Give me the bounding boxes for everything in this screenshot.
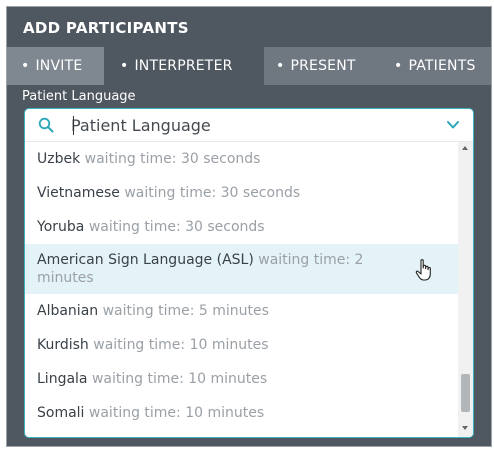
chevron-down-icon[interactable] [445,118,461,132]
language-option-uzbek[interactable]: Uzbek waiting time: 30 seconds [25,142,458,176]
language-options-list: Uzbek waiting time: 30 seconds Vietnames… [25,142,458,437]
language-option-lingala[interactable]: Lingala waiting time: 10 minutes [25,362,458,396]
patient-language-label: Patient Language [22,89,136,104]
scroll-down-arrow-icon[interactable] [462,426,468,430]
language-option-vietnamese[interactable]: Vietnamese waiting time: 30 seconds [25,176,458,210]
language-option-yoruba[interactable]: Yoruba waiting time: 30 seconds [25,210,458,244]
language-option-somali[interactable]: Somali waiting time: 10 minutes [25,396,458,430]
tab-interpreter[interactable]: • INTERPRETER [104,47,264,85]
language-search-row [25,109,473,142]
language-option-albanian[interactable]: Albanian waiting time: 5 minutes [25,294,458,328]
language-option-asl[interactable]: American Sign Language (ASL) waiting tim… [25,244,458,294]
hand-pointer-icon [415,259,431,281]
scrollbar-thumb[interactable] [461,374,470,412]
dialog-title: ADD PARTICIPANTS [7,7,491,47]
language-search-input[interactable] [71,113,431,137]
scroll-up-arrow-icon[interactable] [462,146,468,150]
language-option-kurdish[interactable]: Kurdish waiting time: 10 minutes [25,328,458,362]
tab-present[interactable]: • PRESENT [264,47,382,85]
tab-invite[interactable]: • INVITE [7,47,104,85]
dropdown-scrollbar[interactable] [458,142,473,437]
tab-patients[interactable]: • PATIENTS [382,47,491,85]
patient-language-dropdown[interactable]: Uzbek waiting time: 30 seconds Vietnames… [24,108,474,438]
search-icon [38,117,54,133]
text-caret [73,116,74,135]
tab-bar: • INVITE • INTERPRETER • PRESENT • PATIENTS [7,47,491,85]
